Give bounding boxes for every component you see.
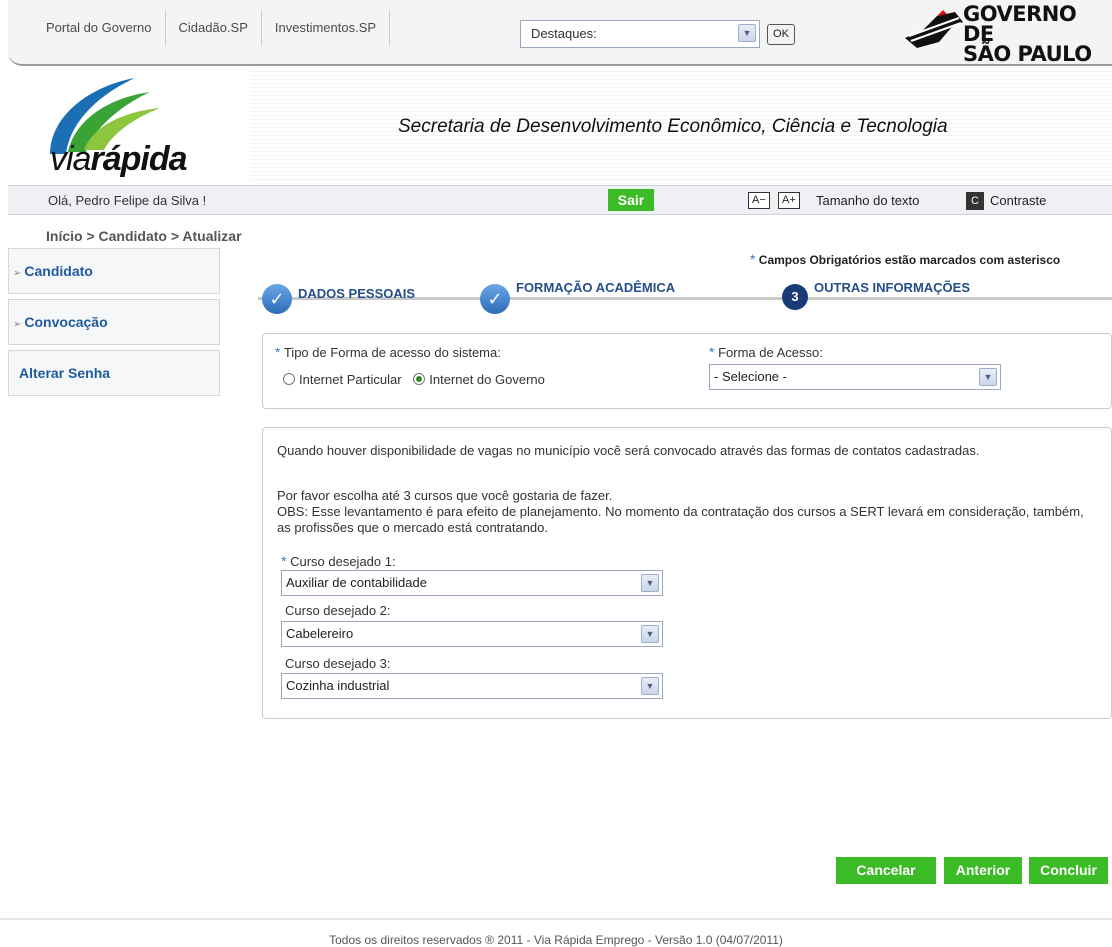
arrow-right-icon: ➢ — [13, 319, 22, 330]
course2-select[interactable]: Cabelereiro ▼ — [281, 621, 663, 647]
course1-label: Curso desejado 1: — [290, 554, 396, 569]
user-bar: Olá, Pedro Felipe da Silva ! Sair A− A+ … — [8, 185, 1112, 215]
access-type-label-row: * Tipo de Forma de acesso do sistema: — [275, 344, 501, 360]
required-note-text: Campos Obrigatórios estão marcados com a… — [758, 253, 1061, 267]
text-size-label: Tamanho do texto — [816, 193, 920, 208]
option-gov-label[interactable]: Internet do Governo — [429, 372, 545, 387]
required-fields-note: * Campos Obrigatórios estão marcados com… — [750, 251, 1060, 267]
logo-wordmark: viarápida — [50, 140, 188, 179]
select-value: - Selecione - — [714, 369, 787, 384]
gov-top-bar: Portal do Governo Cidadão.SP Investiment… — [8, 0, 1112, 66]
course1-select[interactable]: Auxiliar de contabilidade ▼ — [281, 570, 663, 596]
increase-text-button[interactable]: A+ — [778, 192, 800, 209]
gov-logo-line1: GOVERNO DE — [963, 2, 1077, 46]
wizard-steps: ✓ DADOS PESSOAIS ✓ FORMAÇÃO ACADÊMICA 3 … — [258, 270, 1112, 314]
obs-text: OBS: Esse levantamento é para efeito de … — [277, 504, 1084, 535]
choose-courses-text: Por favor escolha até 3 cursos que você … — [277, 488, 613, 503]
via-rapida-logo[interactable]: viarápida — [40, 76, 240, 179]
access-type-options: Internet Particular Internet do Governo — [283, 372, 545, 387]
course3-label: Curso desejado 3: — [285, 656, 391, 671]
ok-button[interactable]: OK — [767, 24, 795, 45]
gov-logo-line2: SÃO PAULO — [963, 42, 1092, 66]
step-label: FORMAÇÃO ACADÊMICA — [516, 280, 676, 295]
destaques-select[interactable]: Destaques: ▼ — [520, 20, 760, 48]
step-number-badge: 3 — [782, 284, 808, 310]
asterisk-icon: * — [709, 344, 715, 360]
option-private-label[interactable]: Internet Particular — [299, 372, 402, 387]
chevron-down-icon: ▼ — [641, 677, 659, 695]
footer-copyright: Todos os direitos reservados ® 2011 - Vi… — [329, 933, 783, 947]
radio-internet-particular[interactable] — [283, 373, 295, 385]
courses-instructions: Por favor escolha até 3 cursos que você … — [277, 488, 1097, 536]
logo-text-bold: rápida — [90, 140, 187, 178]
destaques-value: Destaques: — [531, 26, 597, 41]
arrow-right-icon: ➢ — [13, 268, 22, 279]
select-value: Auxiliar de contabilidade — [286, 575, 427, 590]
secretaria-title: Secretaria de Desenvolvimento Econômico,… — [398, 116, 948, 137]
link-investimentos-sp[interactable]: Investimentos.SP — [262, 10, 391, 46]
asterisk-icon: * — [281, 553, 287, 569]
chevron-down-icon: ▼ — [979, 368, 997, 386]
site-header: viarápida Secretaria de Desenvolvimento … — [0, 68, 1112, 180]
sidebar-item-label: Alterar Senha — [19, 365, 111, 381]
footer-divider — [0, 918, 1112, 920]
step-label: OUTRAS INFORMAÇÕES — [814, 280, 970, 295]
previous-button[interactable]: Anterior — [944, 857, 1022, 884]
gov-links: Portal do Governo Cidadão.SP Investiment… — [8, 10, 391, 46]
course2-label: Curso desejado 2: — [285, 603, 391, 618]
check-icon: ✓ — [262, 284, 292, 314]
link-portal-governo[interactable]: Portal do Governo — [8, 10, 166, 46]
sidebar-item-convocacao[interactable]: ➢ Convocação — [8, 299, 220, 345]
convocation-info: Quando houver disponibilidade de vagas n… — [277, 443, 980, 458]
access-type-label: Tipo de Forma de acesso do sistema: — [283, 345, 501, 360]
breadcrumb: Início > Candidato > Atualizar — [46, 228, 242, 244]
step-label: DADOS PESSOAIS — [298, 286, 416, 301]
contrast-icon[interactable]: C — [966, 192, 984, 210]
radio-internet-governo[interactable] — [413, 373, 426, 385]
check-icon: ✓ — [480, 284, 510, 314]
access-panel: * Tipo de Forma de acesso do sistema: In… — [262, 333, 1112, 409]
user-greeting: Olá, Pedro Felipe da Silva ! — [48, 193, 207, 208]
chevron-down-icon: ▼ — [641, 574, 659, 592]
link-cidadao-sp[interactable]: Cidadão.SP — [166, 10, 262, 46]
access-form-label-row: * Forma de Acesso: — [709, 344, 823, 360]
course1-label-row: * Curso desejado 1: — [281, 553, 396, 569]
cancel-button[interactable]: Cancelar — [836, 857, 936, 884]
sidebar-item-label: Candidato — [24, 263, 93, 279]
sidebar: ➢ Candidato ➢ Convocação Alterar Senha — [8, 248, 220, 401]
decrease-text-button[interactable]: A− — [748, 192, 770, 209]
select-value: Cabelereiro — [286, 626, 354, 641]
sidebar-item-label: Convocação — [24, 314, 108, 330]
sidebar-item-candidato[interactable]: ➢ Candidato — [8, 248, 220, 294]
access-form-label: Forma de Acesso: — [718, 345, 823, 360]
sidebar-item-alterar-senha[interactable]: Alterar Senha — [8, 350, 220, 396]
course3-select[interactable]: Cozinha industrial ▼ — [281, 673, 663, 699]
chevron-down-icon: ▼ — [738, 24, 756, 42]
governo-sp-logo[interactable]: GOVERNO DE SÃO PAULO — [903, 2, 1112, 65]
select-value: Cozinha industrial — [286, 678, 390, 693]
asterisk-icon: * — [275, 344, 281, 360]
sp-map-icon — [905, 10, 963, 48]
courses-panel: Quando houver disponibilidade de vagas n… — [262, 427, 1112, 719]
logout-button[interactable]: Sair — [608, 189, 654, 211]
logo-text-light: via — [50, 140, 91, 178]
finish-button[interactable]: Concluir — [1029, 857, 1108, 884]
asterisk-icon: * — [750, 251, 756, 267]
gov-logo-text: GOVERNO DE SÃO PAULO — [963, 2, 1112, 66]
chevron-down-icon: ▼ — [641, 625, 659, 643]
contrast-label[interactable]: Contraste — [990, 193, 1046, 208]
access-form-select[interactable]: - Selecione - ▼ — [709, 364, 1001, 390]
